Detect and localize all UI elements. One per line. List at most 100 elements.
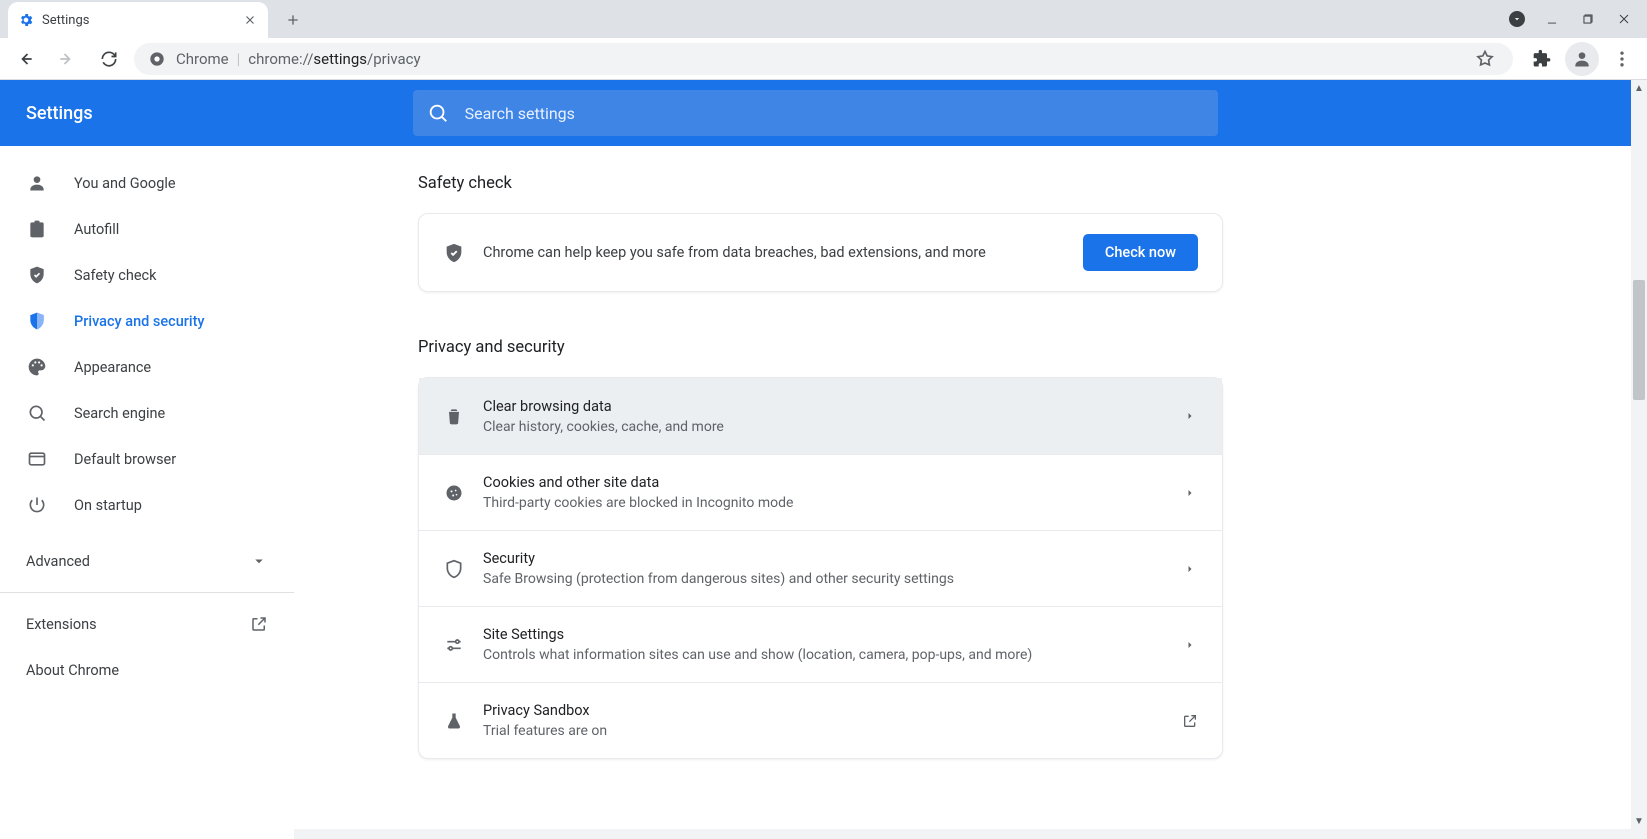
back-button[interactable]: [8, 42, 42, 76]
shield-check-icon: [26, 264, 48, 286]
shield-check-icon: [443, 242, 465, 264]
row-body: Security Safe Browsing (protection from …: [483, 550, 1182, 587]
browser-tab-settings[interactable]: Settings: [8, 2, 268, 38]
row-title: Site Settings: [483, 626, 1182, 643]
open-external-icon: [250, 615, 268, 633]
sidebar: You and Google Autofill Safety check Pri…: [0, 146, 294, 839]
clipboard-icon: [26, 218, 48, 240]
sidebar-item-label: Autofill: [74, 221, 119, 238]
gear-icon: [18, 12, 34, 28]
forward-button[interactable]: [50, 42, 84, 76]
browser-toolbar: Chrome | chrome://settings/privacy: [0, 38, 1647, 80]
sidebar-item-autofill[interactable]: Autofill: [0, 206, 284, 252]
app-header: Settings: [0, 80, 1647, 146]
sidebar-item-you-and-google[interactable]: You and Google: [0, 160, 284, 206]
main-content: Safety check Chrome can help keep you sa…: [294, 146, 1647, 839]
sidebar-item-privacy-security[interactable]: Privacy and security: [0, 298, 284, 344]
sidebar-divider: [0, 592, 294, 593]
shield-outline-icon: [443, 558, 465, 580]
open-external-icon: [1182, 713, 1198, 729]
row-sub: Controls what information sites can use …: [483, 647, 1182, 663]
search-icon: [26, 402, 48, 424]
row-body: Privacy Sandbox Trial features are on: [483, 702, 1182, 739]
settings-app: Settings You and Google Autofill Safety …: [0, 80, 1647, 829]
row-security[interactable]: Security Safe Browsing (protection from …: [419, 530, 1222, 606]
omnibox-url-prefix: chrome://: [248, 50, 313, 68]
check-now-button[interactable]: Check now: [1083, 234, 1198, 271]
tabstrip-right: [1509, 0, 1647, 38]
extensions-icon[interactable]: [1525, 42, 1559, 76]
search-icon: [427, 102, 449, 124]
row-title: Security: [483, 550, 1182, 567]
sidebar-advanced-label: Advanced: [26, 553, 90, 570]
tab-title: Settings: [42, 13, 89, 28]
row-cookies[interactable]: Cookies and other site data Third-party …: [419, 454, 1222, 530]
row-sub: Clear history, cookies, cache, and more: [483, 419, 1182, 435]
scroll-down-icon[interactable]: ▼: [1631, 813, 1647, 829]
sidebar-item-search-engine[interactable]: Search engine: [0, 390, 284, 436]
palette-icon: [26, 356, 48, 378]
row-sub: Third-party cookies are blocked in Incog…: [483, 495, 1182, 511]
reload-button[interactable]: [92, 42, 126, 76]
sidebar-item-appearance[interactable]: Appearance: [0, 344, 284, 390]
sidebar-item-on-startup[interactable]: On startup: [0, 482, 284, 528]
row-privacy-sandbox[interactable]: Privacy Sandbox Trial features are on: [419, 682, 1222, 758]
sidebar-item-label: On startup: [74, 497, 142, 514]
address-bar[interactable]: Chrome | chrome://settings/privacy: [134, 43, 1513, 75]
sidebar-item-label: Privacy and security: [74, 313, 205, 330]
profile-avatar-icon[interactable]: [1565, 42, 1599, 76]
flask-icon: [443, 710, 465, 732]
power-icon: [26, 494, 48, 516]
row-sub: Trial features are on: [483, 723, 1182, 739]
safety-check-card: Chrome can help keep you safe from data …: [418, 213, 1223, 292]
bookmark-star-icon[interactable]: [1471, 45, 1499, 73]
scroll-up-icon[interactable]: ▲: [1631, 80, 1647, 96]
safety-check-desc: Chrome can help keep you safe from data …: [483, 244, 1083, 261]
scroll-thumb[interactable]: [1633, 280, 1645, 400]
search-settings-field[interactable]: [413, 90, 1218, 136]
row-body: Clear browsing data Clear history, cooki…: [483, 398, 1182, 435]
app-title: Settings: [26, 103, 93, 124]
row-body: Cookies and other site data Third-party …: [483, 474, 1182, 511]
close-tab-icon[interactable]: [242, 12, 258, 28]
sidebar-item-safety-check[interactable]: Safety check: [0, 252, 284, 298]
sidebar-item-label: You and Google: [74, 175, 176, 192]
sidebar-item-default-browser[interactable]: Default browser: [0, 436, 284, 482]
safety-check-row: Chrome can help keep you safe from data …: [419, 214, 1222, 291]
sidebar-item-label: Safety check: [74, 267, 156, 284]
vertical-scrollbar[interactable]: ▲ ▼: [1631, 80, 1647, 829]
omnibox-site: Chrome: [176, 50, 229, 68]
kebab-menu-icon[interactable]: [1605, 42, 1639, 76]
new-tab-button[interactable]: [278, 5, 308, 35]
sidebar-item-about-chrome[interactable]: About Chrome: [0, 647, 294, 693]
window-maximize-icon[interactable]: [1579, 10, 1597, 28]
row-sub: Safe Browsing (protection from dangerous…: [483, 571, 1182, 587]
search-settings-input[interactable]: [465, 104, 1204, 123]
trash-icon: [443, 405, 465, 427]
sidebar-item-label: Search engine: [74, 405, 165, 422]
row-title: Cookies and other site data: [483, 474, 1182, 491]
section-title-privacy: Privacy and security: [418, 338, 1647, 357]
omnibox-separator: |: [237, 50, 241, 68]
sidebar-item-extensions[interactable]: Extensions: [0, 601, 294, 647]
row-clear-browsing-data[interactable]: Clear browsing data Clear history, cooki…: [419, 378, 1222, 454]
row-site-settings[interactable]: Site Settings Controls what information …: [419, 606, 1222, 682]
omnibox-url-suffix: /privacy: [367, 50, 421, 68]
chrome-icon: [148, 50, 166, 68]
cookie-icon: [443, 482, 465, 504]
chevron-down-icon: [250, 552, 268, 570]
row-title: Privacy Sandbox: [483, 702, 1182, 719]
toolbar-right: [1525, 42, 1639, 76]
window-close-icon[interactable]: [1615, 10, 1633, 28]
omnibox-url-host: settings: [313, 50, 367, 68]
window-minimize-icon[interactable]: [1543, 10, 1561, 28]
row-title: Clear browsing data: [483, 398, 1182, 415]
sliders-icon: [443, 634, 465, 656]
app-body: You and Google Autofill Safety check Pri…: [0, 146, 1647, 839]
sidebar-advanced-toggle[interactable]: Advanced: [0, 538, 294, 584]
sidebar-extensions-label: Extensions: [26, 616, 97, 633]
chevron-right-icon: [1182, 485, 1198, 501]
sidebar-about-label: About Chrome: [26, 662, 119, 679]
browser-window-icon: [26, 448, 48, 470]
account-badge-icon[interactable]: [1509, 11, 1525, 27]
